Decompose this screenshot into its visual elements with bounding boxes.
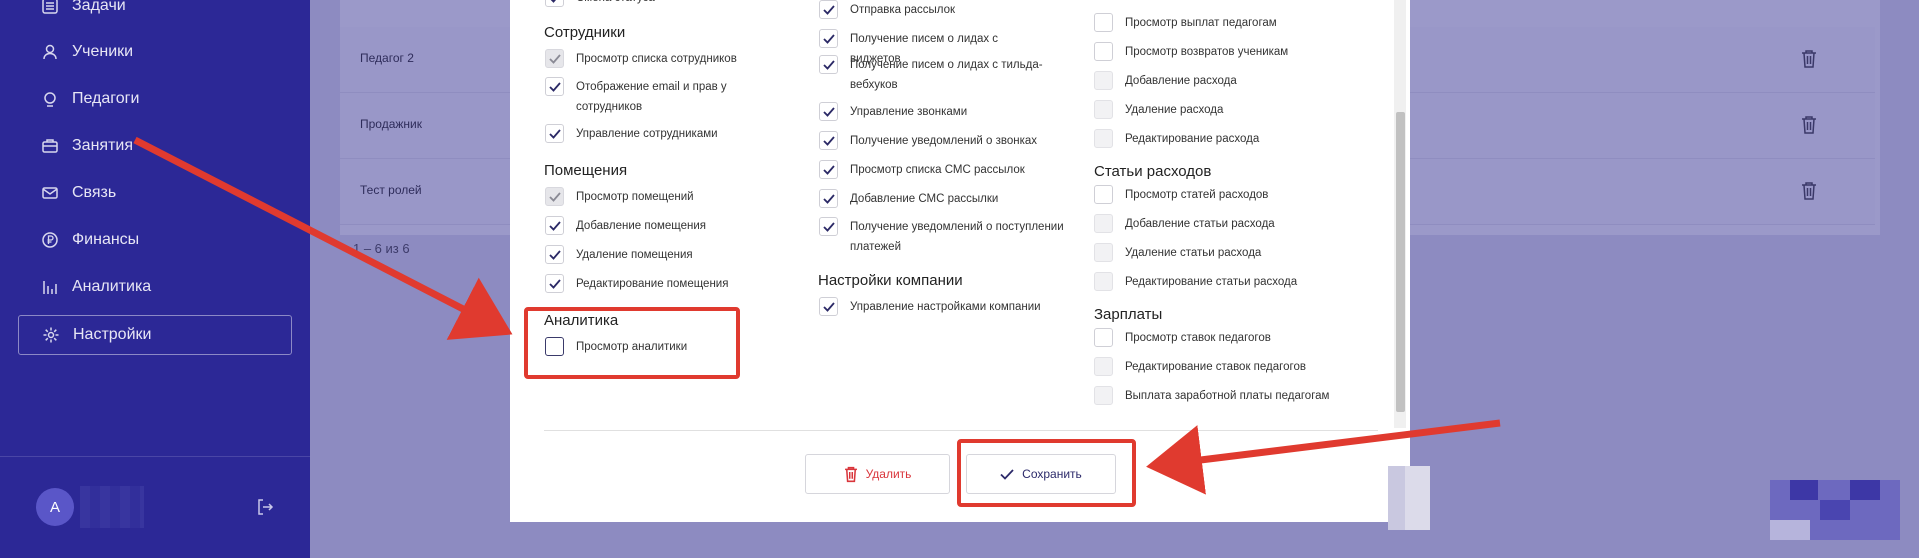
annotation-arrows xyxy=(133,136,1501,495)
redacted-block xyxy=(1405,466,1430,530)
redacted-block xyxy=(1820,500,1850,520)
arrow-to-analytics xyxy=(133,136,513,340)
redacted-block xyxy=(1790,480,1818,500)
arrow-to-save xyxy=(1146,419,1501,495)
redacted-block xyxy=(1770,520,1810,540)
redacted-block xyxy=(1850,480,1880,500)
